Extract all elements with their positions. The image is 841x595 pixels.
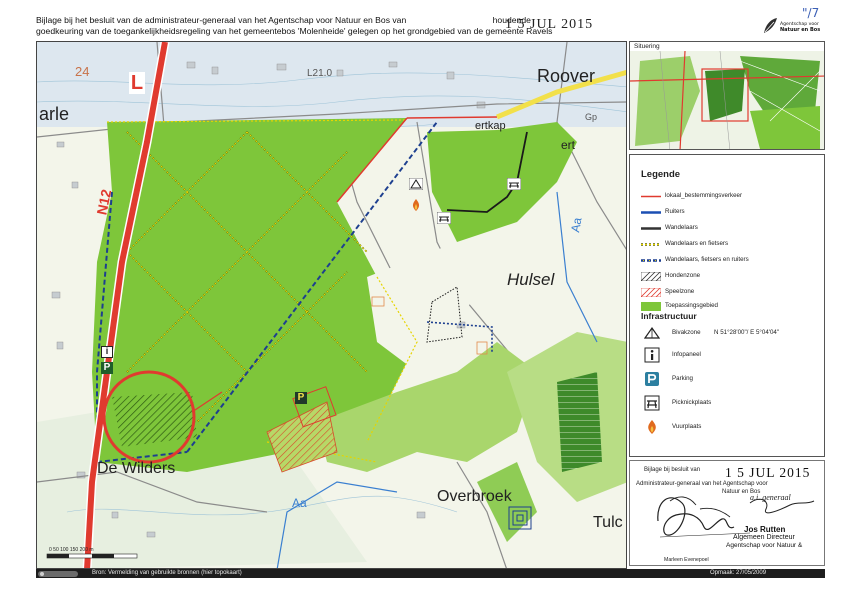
header-line1: Bijlage bij het besluit van de administr… — [36, 15, 407, 25]
map-scale-label: 0 50 100 150 200 m — [49, 547, 94, 553]
dog-zone-swatch-icon — [641, 272, 661, 281]
anb-logo: Agentschap voor Natuur en Bos — [762, 17, 830, 39]
leaf-logo-icon — [764, 18, 777, 33]
map-tent-icon[interactable] — [409, 178, 423, 190]
situering-title: Situering — [634, 43, 660, 50]
legend-item-walkers-cyclists: Wandelaars en fietsers — [641, 239, 821, 251]
legend-item-walkers-cyclists-riders: Wandelaars, fietsers en ruiters — [641, 255, 821, 267]
blue-dashed-swatch-icon — [641, 259, 661, 262]
infra-item-fireplace: Vuurplaats — [644, 419, 824, 437]
legend-title: Legende — [641, 169, 681, 180]
signatory-role: Algemeen Directeur — [733, 534, 795, 541]
legend-item-dog-zone: Hondenzone — [641, 271, 821, 283]
situering-inset-map[interactable]: Situering — [629, 41, 825, 150]
fire-icon — [648, 420, 656, 434]
main-map[interactable]: Roover Hulsel De Wilders Overbroek arle … — [36, 41, 627, 569]
tent-icon — [644, 326, 660, 339]
bivouac-coordinates: N 51°28'00"/ E 5°04'04" — [714, 329, 780, 336]
map-label-ert: ert — [561, 138, 576, 152]
legend-item-riders: Ruiters — [641, 207, 821, 219]
map-parking-icon[interactable]: P — [101, 362, 113, 374]
water-label-aa-2: Aa — [568, 216, 585, 234]
legend-item-local-traffic: lokaal_bestemmingsverkeer — [641, 191, 821, 203]
water-label-aa-1: Aa — [292, 496, 307, 510]
map-parking-icon-2[interactable]: P — [295, 392, 307, 404]
place-label-hulsel: Hulsel — [507, 270, 555, 289]
dark-plantation — [557, 372, 602, 472]
place-label-tulc: Tulc — [593, 514, 623, 531]
place-label-kapel: ertkap — [475, 120, 506, 132]
map-picnic-icon-2[interactable] — [437, 212, 451, 224]
infra-item-picnic: Picknickplaats — [644, 395, 824, 413]
red-line-swatch-icon — [641, 195, 661, 198]
signature-footer-name: Marleen Evenepoel — [664, 557, 709, 563]
signatory-agency: Agentschap voor Natuur & — [726, 542, 803, 549]
info-icon — [644, 347, 660, 363]
legend-panel: Legende lokaal_bestemmingsverkeer Ruiter… — [629, 154, 825, 457]
place-label-overbroek: Overbroek — [437, 488, 512, 505]
blue-line-swatch-icon — [641, 211, 661, 214]
play-zone-swatch-icon — [641, 288, 661, 297]
footer-source: Bron: Vermelding van gebruikte bronnen (… — [92, 570, 242, 576]
signatory-name: Jos Rutten — [744, 525, 786, 534]
signature-block: Bijlage bij besluit van 1 5 JUL 2015 Adm… — [629, 460, 825, 566]
map-picnic-icon[interactable] — [507, 178, 521, 190]
map-label-gp: Gp — [585, 112, 598, 122]
parking-icon — [645, 372, 659, 386]
black-line-swatch-icon — [641, 227, 661, 230]
situering-map-drawing — [630, 51, 824, 149]
road-label-l21: L21.0 — [307, 68, 333, 79]
map-drawing — [37, 42, 626, 568]
legend-item-play-zone: Speelzone — [641, 287, 821, 299]
place-label-de-wilders: De Wilders — [97, 460, 176, 477]
signature-handwritten-text: a.i. generaal — [750, 493, 791, 502]
map-number-24: 24 — [75, 64, 90, 79]
infra-item-info-panel: Infopaneel — [644, 347, 824, 365]
place-label-arle: arle — [39, 104, 70, 124]
legend-item-walkers: Wandelaars — [641, 223, 821, 235]
signature-line1: Bijlage bij besluit van — [644, 467, 701, 473]
map-fire-icon[interactable] — [409, 198, 423, 212]
picnic-table-icon — [644, 395, 660, 411]
footer-date: Opmaak: 27/05/2009 — [710, 570, 767, 576]
signature-date: 1 5 JUL 2015 — [725, 465, 811, 480]
green-area-swatch-icon — [641, 302, 661, 311]
map-info-panel-icon[interactable]: i — [101, 346, 113, 358]
logo-text-line2: Natuur en Bos — [780, 27, 821, 33]
map-sheet: Bijlage bij het besluit van de administr… — [0, 0, 841, 595]
header-stamp-date: 1 5 JUL 2015 — [505, 17, 594, 32]
yellow-dotted-swatch-icon — [641, 243, 661, 246]
infra-item-bivouac: Bivakzone N 51°28'00"/ E 5°04'04" — [644, 325, 824, 343]
place-label-roover: Roover — [537, 66, 596, 86]
signature-line2: Administrateur-generaal van het Agentsch… — [636, 481, 768, 487]
infrastructure-title: Infrastructuur — [641, 311, 697, 321]
footer-logo-icon — [38, 571, 78, 577]
map-l-sign: L — [129, 72, 145, 94]
infra-item-parking: Parking — [644, 371, 824, 389]
